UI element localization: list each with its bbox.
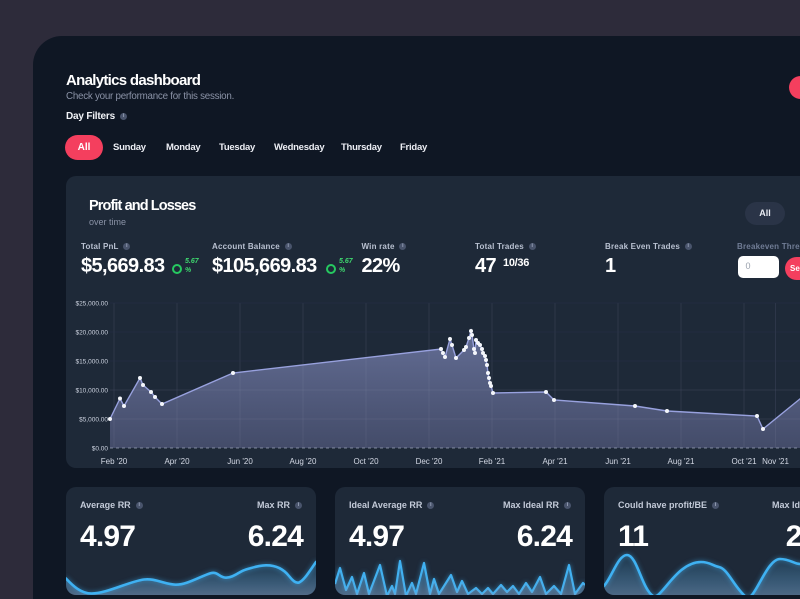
svg-text:$0.00: $0.00 — [92, 446, 109, 453]
svg-text:$15,000.00: $15,000.00 — [75, 359, 108, 366]
svg-text:Oct '21: Oct '21 — [731, 457, 757, 466]
svg-text:Nov '21: Nov '21 — [762, 457, 789, 466]
svg-text:Aug '21: Aug '21 — [668, 457, 695, 466]
svg-text:Jun '21: Jun '21 — [605, 457, 631, 466]
svg-text:Dec '20: Dec '20 — [416, 457, 443, 466]
svg-text:Jun '20: Jun '20 — [227, 457, 253, 466]
svg-text:Oct '20: Oct '20 — [353, 457, 379, 466]
svg-text:Apr '21: Apr '21 — [542, 457, 568, 466]
svg-text:$25,000.00: $25,000.00 — [75, 301, 108, 308]
svg-text:$5,000.00: $5,000.00 — [79, 417, 108, 424]
svg-text:$10,000.00: $10,000.00 — [75, 388, 108, 395]
svg-text:Apr '20: Apr '20 — [164, 457, 190, 466]
svg-text:Feb '20: Feb '20 — [101, 457, 128, 466]
svg-text:$20,000.00: $20,000.00 — [75, 330, 108, 337]
svg-text:Feb '21: Feb '21 — [479, 457, 506, 466]
svg-text:Aug '20: Aug '20 — [290, 457, 317, 466]
